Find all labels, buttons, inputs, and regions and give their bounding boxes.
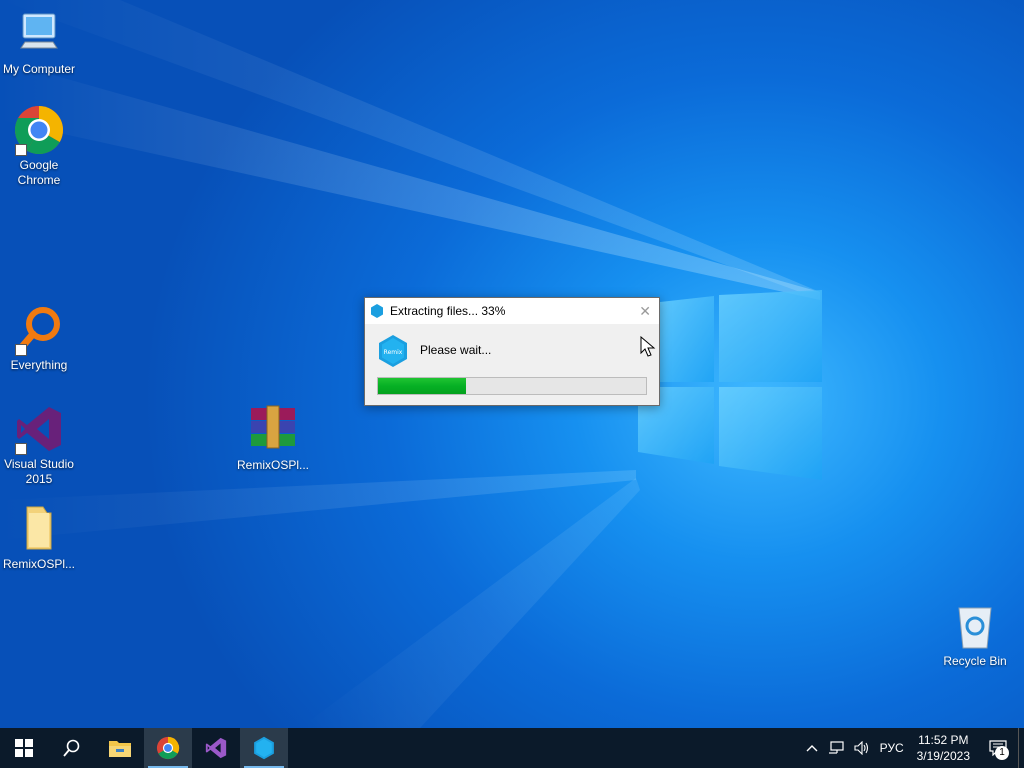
clock-time: 11:52 PM: [918, 733, 969, 747]
desktop-icon-everything[interactable]: Everything: [0, 304, 78, 373]
file-explorer-icon: [109, 741, 131, 757]
desktop-icon-google-chrome[interactable]: Google Chrome: [0, 104, 78, 188]
dialog-title: Extracting files... 33%: [390, 304, 506, 318]
desktop-icon-visual-studio[interactable]: Visual Studio 2015: [0, 403, 78, 487]
tray-network[interactable]: [823, 741, 849, 755]
visual-studio-icon: [205, 737, 227, 759]
folder-icon: [13, 503, 65, 555]
search-button[interactable]: [48, 728, 96, 768]
close-icon[interactable]: ✕: [639, 303, 651, 320]
everything-search-icon: [13, 304, 65, 356]
taskbar-file-explorer[interactable]: [96, 728, 144, 768]
system-tray: РУС 11:52 PM 3/19/2023 1: [801, 728, 1024, 768]
search-icon: [63, 739, 80, 757]
taskbar-visual-studio[interactable]: [192, 728, 240, 768]
tray-clock[interactable]: 11:52 PM 3/19/2023: [909, 732, 978, 764]
extracting-dialog: Extracting files... 33% ✕ Remix Please w…: [364, 297, 660, 406]
desktop-icon-remixos-archive[interactable]: RemixOSPl...: [234, 404, 312, 473]
svg-text:Remix: Remix: [384, 349, 403, 356]
tray-volume[interactable]: [849, 741, 875, 755]
windows-logo: [638, 290, 822, 480]
extract-progress-bar: [377, 377, 647, 395]
show-desktop-button[interactable]: [1018, 728, 1024, 768]
action-center-button[interactable]: 1: [978, 728, 1018, 768]
taskbar-chrome[interactable]: [144, 728, 192, 768]
desktop-icon-my-computer[interactable]: My Computer: [0, 8, 78, 77]
network-icon: [828, 741, 844, 754]
mouse-cursor-icon: [640, 336, 656, 357]
start-button[interactable]: [0, 728, 48, 768]
chrome-icon: [13, 104, 65, 156]
remix-os-logo-icon: Remix: [379, 335, 407, 367]
dialog-message: Please wait...: [420, 343, 492, 357]
speaker-icon: [854, 741, 868, 755]
tray-language[interactable]: РУС: [875, 741, 909, 755]
tray-overflow-chevron[interactable]: [801, 744, 823, 752]
recycle-bin-icon: [949, 600, 1001, 652]
shortcut-arrow-icon: [15, 144, 27, 156]
chrome-icon: [156, 736, 180, 760]
start-icon: [15, 739, 33, 757]
desktop-icon-recycle-bin[interactable]: Recycle Bin: [936, 600, 1014, 669]
desktop-icon-remixos-folder[interactable]: RemixOSPl...: [0, 503, 78, 572]
notification-count-badge: 1: [995, 746, 1009, 760]
visual-studio-icon: [13, 403, 65, 455]
chevron-up-icon: [806, 745, 818, 752]
shortcut-arrow-icon: [15, 344, 27, 356]
taskbar: РУС 11:52 PM 3/19/2023 1: [0, 728, 1024, 768]
dialog-titlebar[interactable]: Extracting files... 33% ✕: [365, 298, 659, 324]
remix-os-icon: [254, 736, 274, 760]
shortcut-arrow-icon: [15, 443, 27, 455]
progress-fill: [378, 378, 467, 394]
taskbar-remix-os[interactable]: [240, 728, 288, 768]
remix-os-icon: [371, 304, 383, 318]
computer-icon: [13, 8, 65, 60]
winrar-archive-icon: [247, 404, 299, 456]
clock-date: 3/19/2023: [916, 749, 970, 763]
